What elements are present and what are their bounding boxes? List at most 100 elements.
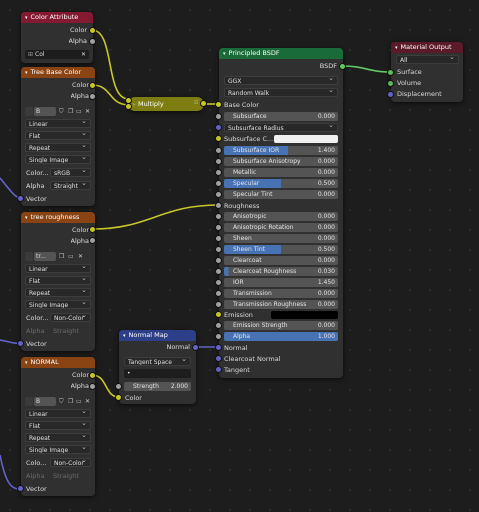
collapse-chevron-icon[interactable]: ▾ (223, 49, 226, 59)
input-b-socket[interactable] (125, 103, 132, 110)
source-select[interactable]: Single Image (25, 445, 91, 454)
strength-field[interactable]: Strength 2.000 (124, 382, 191, 391)
subsurface-radius-select[interactable]: Subsurface Radius (224, 123, 338, 132)
input-specular-socket[interactable] (215, 180, 222, 187)
tree-roughness-node[interactable]: ▾ tree roughness Color Alpha tr... ❐ ▭ ✕ … (17, 212, 96, 351)
input-subsurface-color-socket[interactable] (215, 135, 222, 142)
target-select[interactable]: All (396, 55, 459, 64)
collapse-chevron-icon[interactable]: ▾ (25, 13, 28, 23)
input-transmission-socket[interactable] (215, 290, 222, 297)
close-icon[interactable]: ✕ (78, 252, 83, 261)
subsurface-field[interactable]: Subsurface 0.000 (224, 112, 338, 121)
node-header[interactable]: ▾ Principled BSDF (219, 48, 343, 59)
output-result-socket[interactable] (200, 100, 207, 107)
expand-chevron-icon[interactable]: › (133, 102, 135, 108)
input-sheen-tint-socket[interactable] (215, 246, 222, 253)
subsurface-color-swatch[interactable] (274, 135, 338, 143)
shield-icon[interactable]: ⛉ (59, 107, 64, 116)
input-subsurface-ior-socket[interactable] (215, 147, 222, 154)
image-preview-icon[interactable] (25, 252, 33, 261)
alpha-field[interactable]: Alpha 1.000 (224, 332, 338, 341)
clear-icon[interactable]: ✕ (81, 50, 86, 59)
emission-strength-field[interactable]: Emission Strength 0.000 (224, 321, 338, 330)
colorspace-select[interactable]: Non-Color (50, 313, 91, 322)
input-vector-socket[interactable] (17, 195, 24, 202)
output-color-socket[interactable] (89, 82, 96, 89)
ior-field[interactable]: IOR 1.450 (224, 278, 338, 287)
material-output-node[interactable]: ▾Material Output All Surface Volume Disp… (387, 42, 463, 102)
input-normal-socket[interactable] (215, 344, 222, 351)
output-normal-socket[interactable] (192, 344, 199, 351)
clearcoat-roughness-field[interactable]: Clearcoat Roughness 0.030 (224, 267, 338, 276)
input-anisotropic-socket[interactable] (215, 213, 222, 220)
color-attribute-name-field[interactable]: ⊞ Col ✕ (25, 50, 89, 59)
colorspace-select[interactable]: Non-Color (50, 458, 91, 467)
uv-map-field[interactable]: • (124, 369, 191, 378)
input-vector-socket[interactable] (17, 485, 24, 492)
input-emission-socket[interactable] (215, 311, 222, 318)
input-vector-socket[interactable] (17, 340, 24, 347)
projection-select[interactable]: Flat (25, 131, 91, 140)
folder-icon[interactable]: ▭ (68, 252, 74, 261)
output-alpha-socket[interactable] (89, 93, 96, 100)
tree-base-color-node[interactable]: ▾ Tree Base Color Color Alpha B ⛉ ❐ ▭ ✕ L… (17, 67, 96, 206)
input-clearcoat-normal-socket[interactable] (215, 355, 222, 362)
image-name-field[interactable]: tr... (34, 252, 56, 261)
transmission-field[interactable]: Transmission 0.000 (224, 289, 338, 298)
clearcoat-field[interactable]: Clearcoat 0.000 (224, 256, 338, 265)
collapse-chevron-icon[interactable]: ▾ (395, 43, 398, 53)
extension-select[interactable]: Repeat (25, 433, 91, 442)
projection-select[interactable]: Flat (25, 421, 91, 430)
specular-field[interactable]: Specular 0.500 (224, 179, 338, 188)
projection-select[interactable]: Flat (25, 276, 91, 285)
output-bsdf-socket[interactable] (339, 63, 346, 70)
space-select[interactable]: Tangent Space (124, 357, 191, 366)
input-emission-strength-socket[interactable] (215, 322, 222, 329)
output-alpha-socket[interactable] (89, 383, 96, 390)
image-preview-icon[interactable] (25, 397, 33, 406)
interpolation-select[interactable]: Linear (25, 264, 91, 273)
multiply-node[interactable]: › Multiply ⁝⁝ (125, 97, 207, 111)
input-volume-socket[interactable] (387, 80, 394, 87)
input-alpha-socket[interactable] (215, 333, 222, 340)
normal-map-node[interactable]: ▾Normal Map Normal Tangent Space • Stren… (115, 330, 199, 404)
output-alpha-socket[interactable] (89, 38, 96, 45)
input-specular-tint-socket[interactable] (215, 191, 222, 198)
node-header[interactable]: ▾ tree roughness (21, 212, 95, 223)
input-metallic-socket[interactable] (215, 169, 222, 176)
sheen-tint-field[interactable]: Sheen Tint 0.500 (224, 245, 338, 254)
sheen-field[interactable]: Sheen 0.000 (224, 234, 338, 243)
output-color-socket[interactable] (89, 226, 96, 233)
folder-icon[interactable]: ▭ (76, 107, 82, 116)
output-color-socket[interactable] (89, 372, 96, 379)
image-preview-icon[interactable] (25, 107, 33, 116)
source-select[interactable]: Single Image (25, 300, 91, 309)
duplicate-icon[interactable]: ❐ (68, 397, 73, 406)
image-name-field[interactable]: B (34, 107, 56, 116)
extension-select[interactable]: Repeat (25, 143, 91, 152)
principled-bsdf-node[interactable]: ▾Principled BSDF BSDF GGX Random Walk Ba… (215, 48, 346, 378)
image-name-field[interactable]: B (34, 397, 56, 406)
image-datablock[interactable]: B ⛉ ❐ ▭ ✕ (25, 397, 91, 406)
emission-color-swatch[interactable] (271, 311, 338, 319)
distribution-select[interactable]: GGX (224, 76, 338, 85)
folder-icon[interactable]: ▭ (76, 397, 82, 406)
duplicate-icon[interactable]: ❐ (59, 252, 64, 261)
input-displacement-socket[interactable] (387, 91, 394, 98)
output-color-socket[interactable] (89, 27, 96, 34)
close-icon[interactable]: ✕ (85, 397, 90, 406)
interpolation-select[interactable]: Linear (25, 409, 91, 418)
node-header[interactable]: ▾ Normal Map (119, 330, 196, 341)
subsurface-method-select[interactable]: Random Walk (224, 88, 338, 97)
output-alpha-socket[interactable] (89, 237, 96, 244)
anisotropic-rotation-field[interactable]: Anisotropic Rotation 0.000 (224, 223, 338, 232)
alpha-mode-select[interactable]: Straight (50, 181, 91, 190)
input-roughness-socket[interactable] (215, 202, 222, 209)
subsurface-anisotropy-field[interactable]: Subsurface Anisotropy 0.000 (224, 157, 338, 166)
collapse-chevron-icon[interactable]: ▾ (25, 68, 28, 78)
input-subsurface-socket[interactable] (215, 113, 222, 120)
input-transmission-roughness-socket[interactable] (215, 301, 222, 308)
node-header[interactable]: ▾ Color Attribute (21, 12, 93, 23)
input-subsurface-radius-socket[interactable] (215, 124, 222, 131)
collapse-chevron-icon[interactable]: ▾ (25, 213, 28, 223)
